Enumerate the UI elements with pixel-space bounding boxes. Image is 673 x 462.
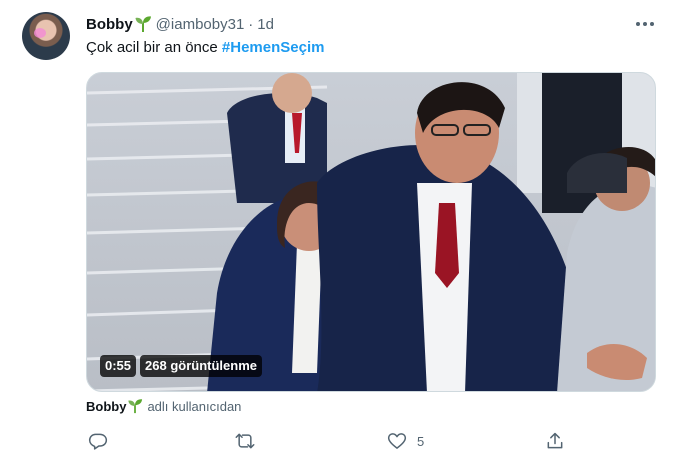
seedling-icon [128, 399, 143, 414]
author-name[interactable]: Bobby [86, 16, 133, 33]
like-count: 5 [417, 433, 425, 449]
separator-dot: · [248, 15, 254, 33]
retweet-icon [235, 433, 255, 449]
attribution-text: adlı kullanıcıdan [147, 398, 242, 414]
tweet-text: Çok acil bir an önce #HemenSeçim [86, 38, 324, 58]
heart-icon [387, 433, 407, 449]
reply-button[interactable] [88, 428, 118, 454]
more-horizontal-icon[interactable] [634, 13, 656, 35]
avatar-highlight [34, 28, 46, 38]
tweet-timestamp[interactable]: 1d [257, 16, 274, 33]
attribution-name[interactable]: Bobby [86, 399, 126, 414]
retweet-button[interactable] [235, 428, 265, 454]
share-icon [547, 432, 563, 449]
video-attribution: Bobby adlı kullanıcıdan [86, 398, 241, 414]
reply-icon [88, 433, 108, 450]
share-button[interactable] [545, 428, 575, 454]
video-overlay: 0:55 268 görüntülenme [100, 355, 262, 377]
author-handle[interactable]: @iamboby31 [156, 16, 245, 33]
video-frame [87, 73, 655, 391]
tweet-actions: 5 [0, 428, 673, 454]
video-duration: 0:55 [100, 355, 137, 377]
avatar[interactable] [22, 12, 70, 60]
hashtag-link[interactable]: #HemenSeçim [222, 39, 325, 56]
video-view-count: 268 görüntülenme [140, 355, 262, 377]
like-button[interactable]: 5 [387, 428, 424, 454]
seedling-icon [135, 16, 151, 32]
tweet-header: Bobby @iamboby31 · 1d [86, 14, 274, 34]
tweet-body: Çok acil bir an önce [86, 39, 222, 56]
video-player[interactable] [86, 72, 656, 392]
